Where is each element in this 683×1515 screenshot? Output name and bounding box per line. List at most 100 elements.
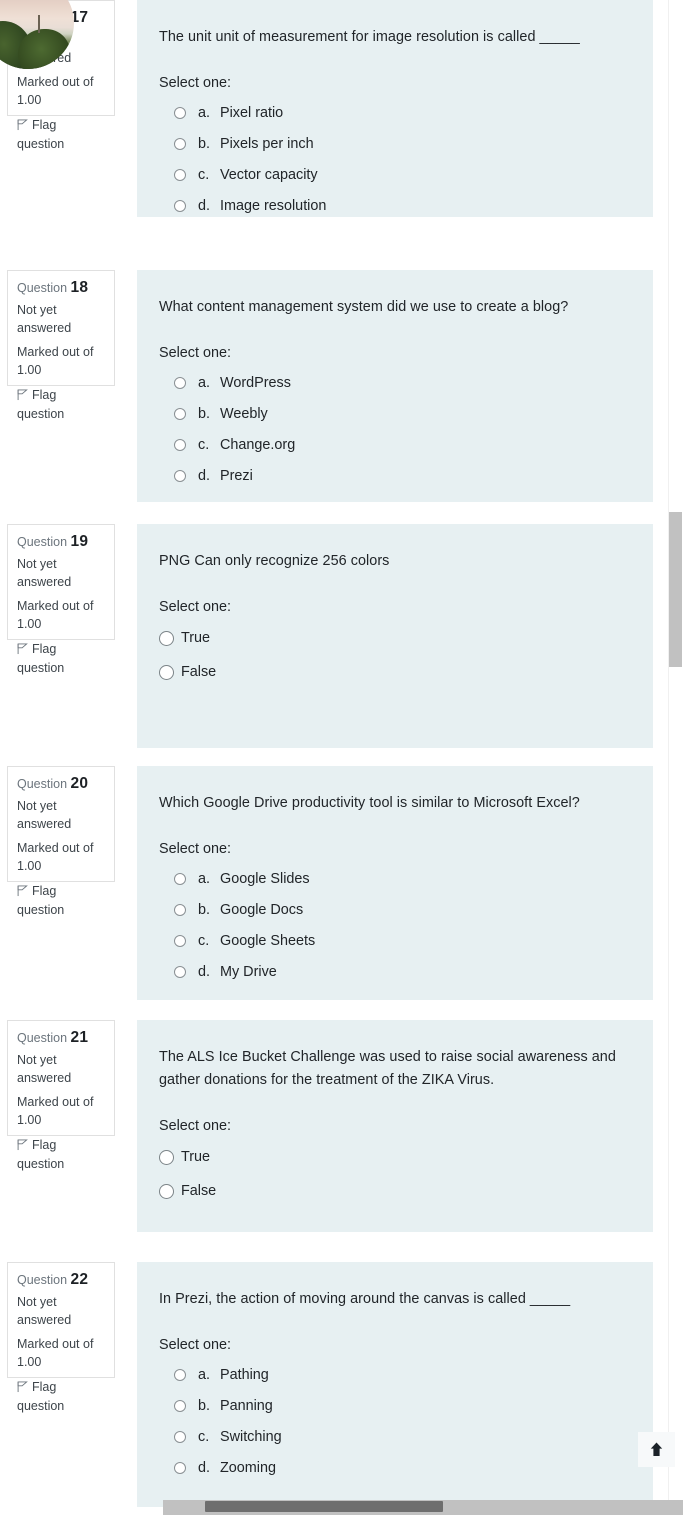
question-word: Question (17, 281, 68, 295)
answer-label: a. WordPress (198, 375, 291, 391)
scroll-to-top-button[interactable] (638, 1432, 675, 1467)
answer-letter: a. (198, 870, 211, 887)
question-number: 21 (70, 1029, 89, 1046)
answer-option[interactable]: d. Zooming (159, 1452, 633, 1483)
radio-button-icon[interactable] (174, 106, 186, 119)
answer-text: WordPress (220, 374, 291, 391)
question-word: Question (17, 535, 68, 549)
select-one-label: Select one: (159, 841, 232, 857)
answer-label: d. Zooming (198, 1460, 276, 1476)
answer-options: a. WordPress b. Weebly c. Change.org d. Prezi (159, 367, 633, 491)
answer-option[interactable]: c. Google Sheets (159, 925, 633, 956)
answer-text: Pixel ratio (220, 104, 284, 121)
answer-letter: d. (198, 1459, 211, 1476)
vertical-scrollbar-thumb[interactable] (669, 512, 682, 667)
answer-option[interactable]: a. Pathing (159, 1359, 633, 1390)
horizontal-scrollbar-thumb[interactable] (205, 1501, 443, 1512)
answer-label: c. Switching (198, 1429, 282, 1445)
answer-letter: d. (198, 963, 211, 980)
flag-icon (17, 389, 28, 400)
radio-button-icon[interactable] (174, 903, 186, 916)
radio-button-icon[interactable] (174, 199, 186, 212)
question-number-row: Question 19 (17, 533, 105, 552)
question-number: 22 (70, 1271, 89, 1288)
radio-button-icon[interactable] (159, 1183, 174, 1199)
answer-text: Google Sheets (220, 932, 316, 949)
radio-button-icon[interactable] (159, 664, 174, 680)
answer-option[interactable]: a. WordPress (159, 367, 633, 398)
answer-option[interactable]: a. Google Slides (159, 863, 633, 894)
answer-text: Google Slides (220, 870, 310, 887)
flag-icon (17, 1139, 28, 1150)
radio-button-icon[interactable] (159, 1149, 174, 1165)
question-number-row: Question 21 (17, 1029, 105, 1048)
radio-button-icon[interactable] (174, 168, 186, 181)
answer-label: d. My Drive (198, 964, 277, 980)
radio-button-icon[interactable] (174, 934, 186, 947)
select-one-label: Select one: (159, 599, 232, 615)
flag-question-link[interactable]: Flag question (17, 116, 105, 154)
answer-text: Prezi (220, 467, 253, 484)
flag-question-link[interactable]: Flag question (17, 1378, 105, 1416)
answer-label: d. Prezi (198, 468, 253, 484)
answer-options: a. Google Slides b. Google Docs c. Google She… (159, 863, 633, 987)
radio-button-icon[interactable] (174, 1430, 186, 1443)
answer-option[interactable]: True (159, 621, 633, 655)
vertical-scrollbar-track[interactable] (668, 0, 683, 1515)
answer-option[interactable]: b. Panning (159, 1390, 633, 1421)
radio-button-icon[interactable] (174, 872, 186, 885)
radio-button-icon[interactable] (159, 630, 174, 646)
radio-button-icon[interactable] (174, 137, 186, 150)
answer-option[interactable]: b. Weebly (159, 398, 633, 429)
answer-option[interactable]: False (159, 1174, 633, 1208)
answer-option[interactable]: False (159, 655, 633, 689)
answer-option[interactable]: c. Vector capacity (159, 159, 633, 190)
question-info-box: Question 18 Not yet answered Marked out of… (7, 270, 115, 421)
flag-question-link[interactable]: Flag question (17, 1136, 105, 1174)
answer-options: a. Pathing b. Panning c. Switching d. Zooming (159, 1359, 633, 1483)
answer-letter: b. (198, 135, 211, 152)
question-text: The unit unit of measurement for image r… (159, 29, 580, 45)
question-number-row: Question 22 (17, 1271, 105, 1290)
question-number: 19 (70, 533, 89, 550)
radio-button-icon[interactable] (174, 1461, 186, 1474)
answer-options: a. Pixel ratio b. Pixels per inch c. Vector c… (159, 97, 633, 221)
answer-letter: c. (198, 1428, 210, 1445)
answer-text: My Drive (220, 963, 277, 980)
answer-option[interactable]: a. Pixel ratio (159, 97, 633, 128)
answer-option[interactable]: b. Pixels per inch (159, 128, 633, 159)
question-marks: Marked out of 1.00 (17, 598, 94, 632)
question-number-row: Question 20 (17, 775, 105, 794)
answer-text: Pathing (220, 1366, 269, 1383)
radio-button-icon[interactable] (174, 965, 186, 978)
answer-option[interactable]: c. Switching (159, 1421, 633, 1452)
question-text: PNG Can only recognize 256 colors (159, 553, 390, 569)
question-info-box: Question 20 Not yet answered Marked out of… (7, 766, 115, 917)
flag-question-link[interactable]: Flag question (17, 386, 105, 424)
answer-text: True (181, 1149, 211, 1165)
answer-option[interactable]: c. Change.org (159, 429, 633, 460)
flag-question-link[interactable]: Flag question (17, 640, 105, 678)
radio-button-icon[interactable] (174, 1399, 186, 1412)
answer-options: True False (159, 621, 633, 689)
radio-button-icon[interactable] (174, 469, 186, 482)
answer-label: c. Change.org (198, 437, 295, 453)
answer-label: d. Image resolution (198, 198, 326, 214)
question-text: What content management system did we us… (159, 299, 569, 315)
question-marks: Marked out of 1.00 (17, 74, 94, 108)
answer-text: Switching (220, 1428, 282, 1445)
answer-text: Panning (220, 1397, 273, 1414)
radio-button-icon[interactable] (174, 376, 186, 389)
answer-option[interactable]: True (159, 1140, 633, 1174)
question-state: Not yet answered (17, 1294, 72, 1328)
answer-option[interactable]: b. Google Docs (159, 894, 633, 925)
answer-option[interactable]: d. My Drive (159, 956, 633, 987)
answer-option[interactable]: d. Prezi (159, 460, 633, 491)
radio-button-icon[interactable] (174, 407, 186, 420)
question-number: 18 (70, 279, 89, 296)
flag-question-link[interactable]: Flag question (17, 882, 105, 920)
answer-option[interactable]: d. Image resolution (159, 190, 633, 221)
radio-button-icon[interactable] (174, 1368, 186, 1381)
question-content: The unit unit of measurement for image r… (137, 0, 653, 217)
radio-button-icon[interactable] (174, 438, 186, 451)
